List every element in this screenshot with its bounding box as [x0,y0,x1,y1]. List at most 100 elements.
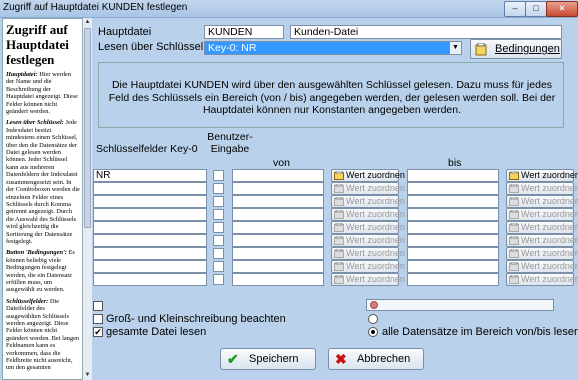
wert-zuordnen-label: Wert zuordnen [521,261,578,271]
col-von-header: von [273,157,290,169]
user-input-checkbox[interactable] [213,183,224,194]
bis-field[interactable] [407,208,499,221]
von-field[interactable] [232,182,324,195]
von-field[interactable] [232,169,324,182]
info-box: Die Hauptdatei KUNDEN wird über den ausg… [98,62,564,128]
von-field[interactable] [232,195,324,208]
von-field[interactable] [232,208,324,221]
col-user-header: Benutzer-Eingabe [207,131,253,155]
wert-zuordnen-bis-button[interactable]: Wert zuordnen [506,273,578,286]
von-field[interactable] [232,234,324,247]
assign-value-icon [334,184,344,193]
save-button[interactable]: ✔ Speichern [220,348,316,370]
wert-zuordnen-bis-button[interactable]: Wert zuordnen [506,208,578,221]
wert-zuordnen-von-button[interactable]: Wert zuordnen [331,273,405,286]
bedingungen-button[interactable]: Bedingungen [470,39,562,59]
bis-field[interactable] [407,234,499,247]
gesamte-datei-label: gesamte Datei lesen [106,326,207,338]
maximize-button[interactable]: □ [525,1,547,17]
help-heading: Zugriff auf Hauptdatei festlegen [6,22,69,67]
radio-alle-datensaetze[interactable] [368,327,378,337]
user-input-checkbox[interactable] [213,196,224,207]
assign-value-icon [509,184,519,193]
wert-zuordnen-von-button[interactable]: Wert zuordnen [331,234,405,247]
user-input-checkbox[interactable] [213,274,224,285]
wert-zuordnen-von-button[interactable]: Wert zuordnen [331,221,405,234]
window-title: Zugriff auf Hauptdatei KUNDEN festlegen [3,2,188,13]
alle-datensaetze-label: alle Datensätze im Bereich von/bis lesen [382,326,578,338]
wert-zuordnen-label: Wert zuordnen [521,209,578,219]
assign-value-icon [334,171,344,180]
wert-zuordnen-label: Wert zuordnen [521,183,578,193]
title-bar: Zugriff auf Hauptdatei KUNDEN festlegen … [0,0,578,18]
wert-zuordnen-bis-button[interactable]: Wert zuordnen [506,247,578,260]
wert-zuordnen-label: Wert zuordnen [346,170,405,180]
bis-field[interactable] [407,169,499,182]
empty-checkbox[interactable] [93,301,103,311]
help-scrollbar[interactable]: ▲ ▼ [82,18,92,380]
von-field[interactable] [232,247,324,260]
user-input-checkbox[interactable] [213,235,224,246]
close-button[interactable]: × [546,1,578,17]
key-field [93,182,207,195]
wert-zuordnen-bis-button[interactable]: Wert zuordnen [506,234,578,247]
hauptdatei-label: Hauptdatei [98,26,152,38]
wert-zuordnen-label: Wert zuordnen [346,183,405,193]
gross-klein-checkbox[interactable] [93,314,103,324]
wert-zuordnen-label: Wert zuordnen [521,235,578,245]
cancel-button[interactable]: ✖ Abbrechen [328,348,424,370]
wert-zuordnen-von-button[interactable]: Wert zuordnen [331,260,405,273]
wert-zuordnen-von-button[interactable]: Wert zuordnen [331,182,405,195]
bis-field[interactable] [407,195,499,208]
bis-field[interactable] [407,182,499,195]
wert-zuordnen-bis-button[interactable]: Wert zuordnen [506,260,578,273]
wert-zuordnen-label: Wert zuordnen [346,235,405,245]
cross-icon: ✖ [335,351,347,367]
assign-value-icon [334,275,344,284]
von-field[interactable] [232,221,324,234]
schluessel-select[interactable]: Key-0: NR ▼ [204,41,462,55]
key-field [93,247,207,260]
help-panel: Zugriff auf Hauptdatei festlegen Hauptda… [2,18,84,380]
key-field: NR [93,169,207,182]
von-field[interactable] [232,273,324,286]
bedingungen-label: Bedingungen [495,43,560,55]
wert-zuordnen-label: Wert zuordnen [346,196,405,206]
wert-zuordnen-von-button[interactable]: Wert zuordnen [331,169,405,182]
user-input-checkbox[interactable] [213,222,224,233]
schluessel-value: Key-0: NR [208,42,257,54]
bis-field[interactable] [407,273,499,286]
scroll-up-icon[interactable]: ▲ [83,18,92,27]
help-paragraph: Hauptdatei: Hier werden der Name und die… [6,71,78,116]
gesamte-datei-checkbox[interactable]: ✔ [93,327,103,337]
user-input-checkbox[interactable] [213,261,224,272]
user-input-checkbox[interactable] [213,248,224,259]
filter-field[interactable] [366,299,554,311]
radio-option-1[interactable] [368,314,378,324]
bis-field[interactable] [407,260,499,273]
user-input-checkbox[interactable] [213,209,224,220]
minimize-button[interactable]: – [504,1,526,17]
wert-zuordnen-bis-button[interactable]: Wert zuordnen [506,182,578,195]
key-field [93,234,207,247]
bis-field[interactable] [407,247,499,260]
scroll-down-icon[interactable]: ▼ [83,371,92,380]
help-paragraph: Lesen über Schlüssel: Jede Indexdatei be… [6,119,81,245]
scroll-thumb[interactable] [84,28,91,228]
wert-zuordnen-bis-button[interactable]: Wert zuordnen [506,195,578,208]
wert-zuordnen-von-button[interactable]: Wert zuordnen [331,208,405,221]
lesen-label: Lesen über Schlüssel [98,41,204,53]
assign-value-icon [509,223,519,232]
condition-icon [475,43,487,56]
wert-zuordnen-bis-button[interactable]: Wert zuordnen [506,169,578,182]
user-input-checkbox[interactable] [213,170,224,181]
wert-zuordnen-bis-button[interactable]: Wert zuordnen [506,221,578,234]
wert-zuordnen-von-button[interactable]: Wert zuordnen [331,195,405,208]
hauptdatei-name-field: KUNDEN [204,25,284,39]
bis-field[interactable] [407,221,499,234]
wert-zuordnen-von-button[interactable]: Wert zuordnen [331,247,405,260]
von-field[interactable] [232,260,324,273]
wert-zuordnen-label: Wert zuordnen [346,222,405,232]
dialog-window: Zugriff auf Hauptdatei KUNDEN festlegen … [0,0,578,380]
chevron-down-icon[interactable]: ▼ [449,42,461,54]
